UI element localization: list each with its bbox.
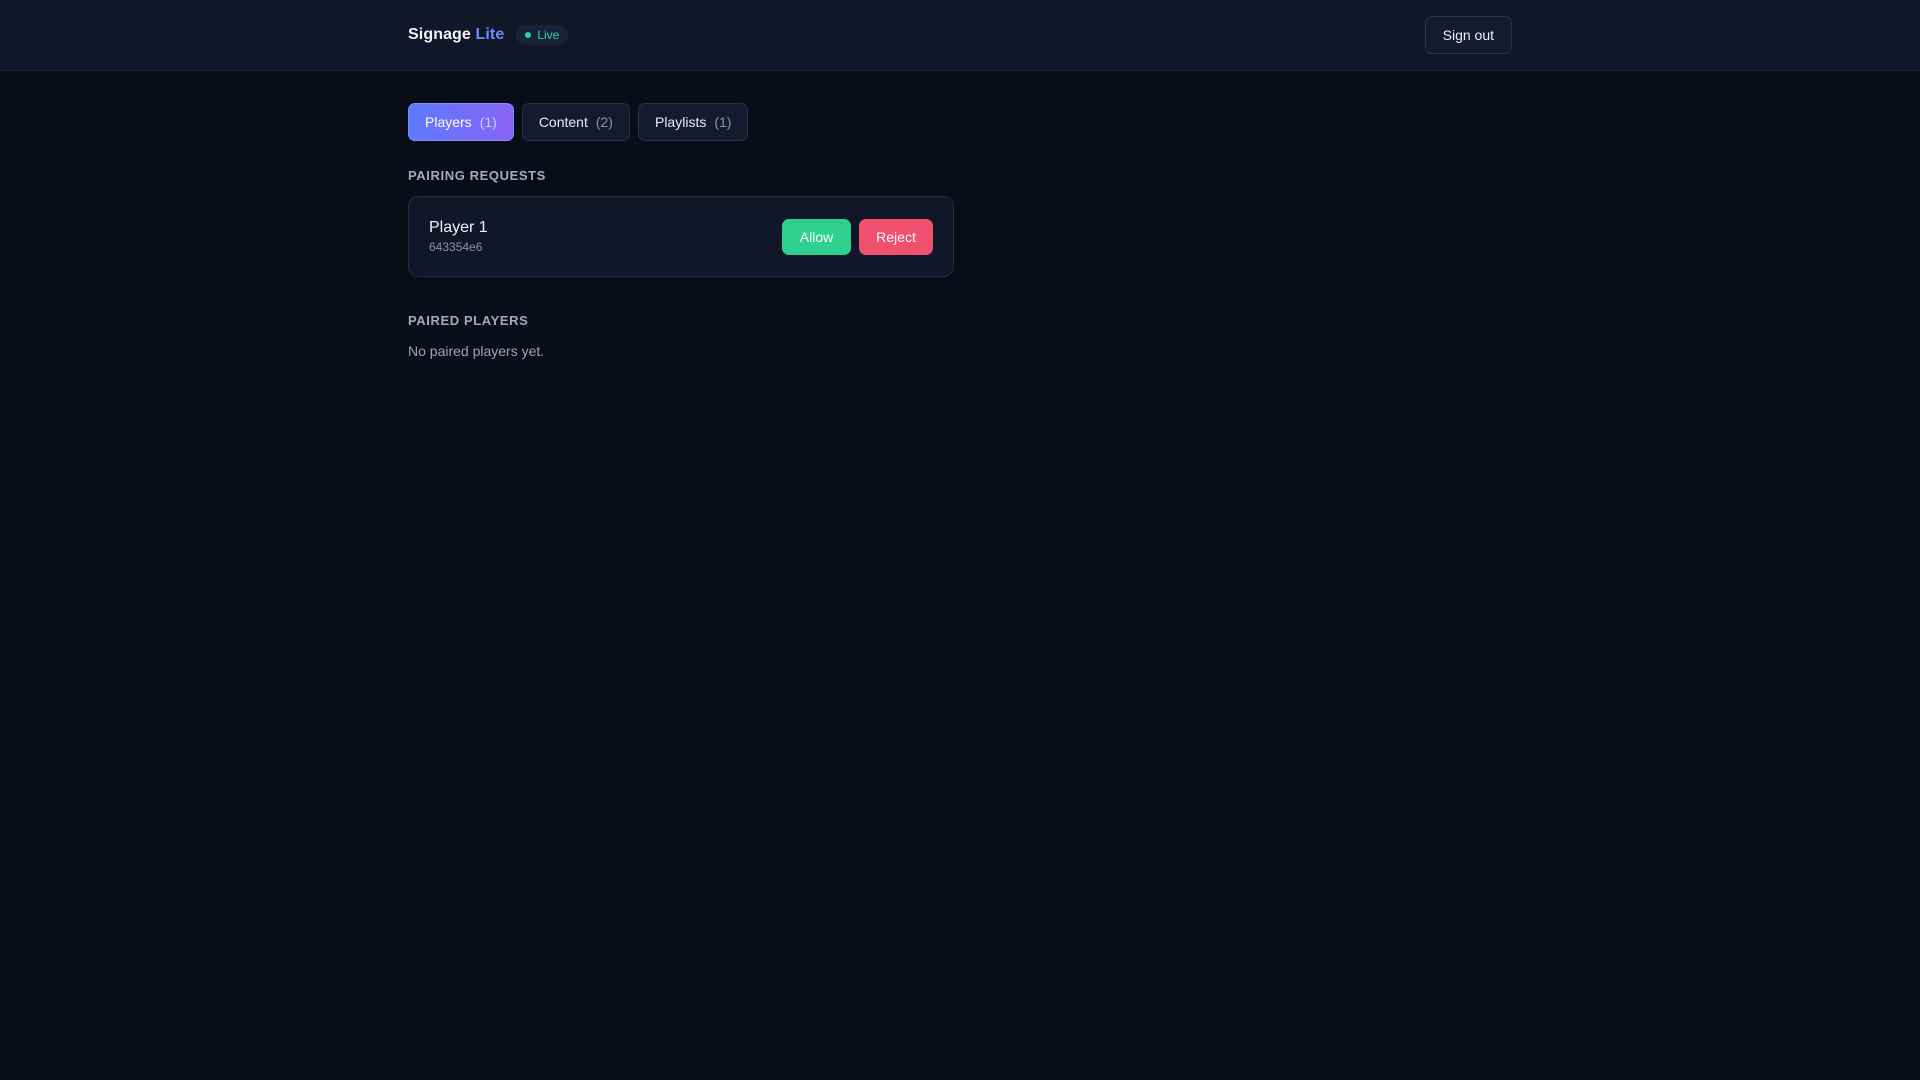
paired-players-empty-message: No paired players yet. — [408, 343, 545, 359]
reject-button[interactable]: Reject — [859, 218, 933, 255]
main-content: Players (1) Content (2) Playlists (1) PA… — [408, 103, 1512, 359]
tab-players[interactable]: Players (1) — [408, 103, 514, 141]
tab-players-label: Players — [425, 114, 472, 130]
tab-playlists-label: Playlists — [654, 114, 707, 130]
brand-accent: Lite — [475, 26, 505, 43]
allow-button[interactable]: Allow — [782, 218, 851, 255]
live-dot-icon — [525, 32, 532, 38]
tab-playlists[interactable]: Playlists (1) — [637, 103, 749, 141]
header-inner: Signage Lite Live Sign out — [408, 0, 1512, 70]
tab-content-count: (2) — [595, 114, 613, 130]
tab-content-label: Content — [538, 114, 588, 130]
brand-name: Signage — [408, 26, 471, 43]
tab-players-count: (1) — [479, 114, 497, 130]
tab-playlists-count: (1) — [714, 114, 732, 130]
tab-content[interactable]: Content (2) — [521, 103, 630, 141]
request-actions: Allow Reject — [782, 218, 933, 255]
live-status-label: Live — [537, 28, 560, 42]
request-info: Player 1 643354e6 — [429, 219, 488, 254]
paired-players-heading: PAIRED PLAYERS — [408, 313, 529, 328]
request-player-name: Player 1 — [429, 219, 488, 236]
request-player-id: 643354e6 — [429, 240, 483, 254]
app-header: Signage Lite Live Sign out — [0, 0, 1920, 71]
pairing-requests-heading: PAIRING REQUESTS — [408, 168, 546, 183]
live-status-badge: Live — [516, 25, 569, 45]
sign-out-button[interactable]: Sign out — [1424, 16, 1512, 54]
pairing-request-card: Player 1 643354e6 Allow Reject — [408, 196, 954, 277]
tab-bar: Players (1) Content (2) Playlists (1) — [408, 103, 1512, 141]
app-title: Signage Lite — [408, 26, 504, 44]
brand: Signage Lite Live — [408, 25, 569, 45]
